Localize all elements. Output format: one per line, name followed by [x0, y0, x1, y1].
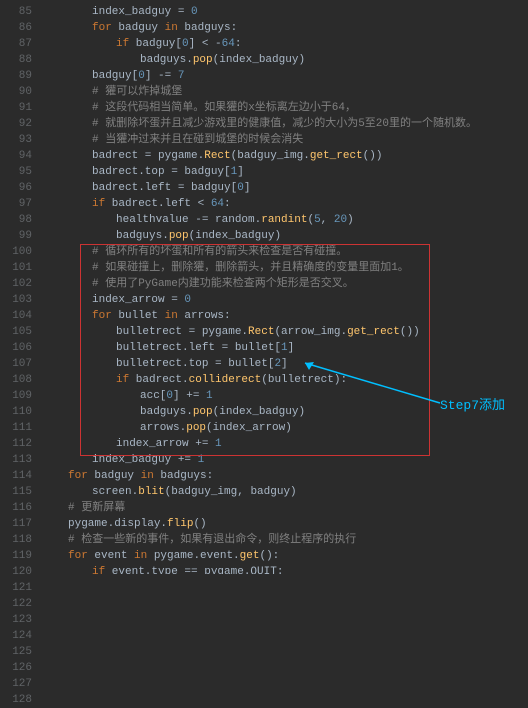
line-number: 88 — [0, 52, 32, 68]
code-line[interactable]: for bullet in arrows: — [44, 308, 528, 324]
code-line[interactable]: index_badguy = 0 — [44, 4, 528, 20]
line-number: 120 — [0, 564, 32, 580]
line-number: 112 — [0, 436, 32, 452]
line-number: 118 — [0, 532, 32, 548]
code-line[interactable]: bulletrect.top = bullet[2] — [44, 356, 528, 372]
code-line[interactable]: pygame.display.flip() — [44, 516, 528, 532]
line-number: 122 — [0, 596, 32, 612]
code-line[interactable]: badrect.top = badguy[1] — [44, 164, 528, 180]
code-line[interactable]: # 使用了PyGame内建功能来检查两个矩形是否交叉。 — [44, 276, 528, 292]
code-line[interactable]: # 就删除坏蛋并且减少游戏里的健康值，减少的大小为5至20里的一个随机数。 — [44, 116, 528, 132]
line-number: 125 — [0, 644, 32, 660]
code-line[interactable]: # 更新屏幕 — [44, 500, 528, 516]
code-editor[interactable]: 8586878889909192939495969798991001011021… — [0, 0, 528, 574]
line-number: 91 — [0, 100, 32, 116]
code-line[interactable]: index_arrow = 0 — [44, 292, 528, 308]
line-number: 123 — [0, 612, 32, 628]
code-line[interactable]: acc[0] += 1 — [44, 388, 528, 404]
code-line[interactable]: bulletrect = pygame.Rect(arrow_img.get_r… — [44, 324, 528, 340]
line-number: 124 — [0, 628, 32, 644]
line-number: 117 — [0, 516, 32, 532]
line-number: 90 — [0, 84, 32, 100]
line-number: 87 — [0, 36, 32, 52]
code-line[interactable]: # 这段代码相当简单。如果獾的x坐标离左边小于64， — [44, 100, 528, 116]
line-number: 94 — [0, 148, 32, 164]
line-number: 119 — [0, 548, 32, 564]
code-line[interactable]: healthvalue -= random.randint(5, 20) — [44, 212, 528, 228]
code-line[interactable]: index_arrow += 1 — [44, 436, 528, 452]
line-number: 105 — [0, 324, 32, 340]
line-number: 108 — [0, 372, 32, 388]
code-line[interactable]: if badrect.left < 64: — [44, 196, 528, 212]
line-number: 85 — [0, 4, 32, 20]
code-line[interactable]: index_badguy += 1 — [44, 452, 528, 468]
line-number: 114 — [0, 468, 32, 484]
line-number: 103 — [0, 292, 32, 308]
code-line[interactable]: if badguy[0] < -64: — [44, 36, 528, 52]
line-number: 97 — [0, 196, 32, 212]
line-number: 89 — [0, 68, 32, 84]
code-line[interactable]: for event in pygame.event.get(): — [44, 548, 528, 564]
line-number: 107 — [0, 356, 32, 372]
line-number: 101 — [0, 260, 32, 276]
code-line[interactable]: for badguy in badguys: — [44, 468, 528, 484]
line-number: 111 — [0, 420, 32, 436]
line-number: 98 — [0, 212, 32, 228]
line-number: 121 — [0, 580, 32, 596]
line-number: 127 — [0, 676, 32, 692]
code-line[interactable]: bulletrect.left = bullet[1] — [44, 340, 528, 356]
line-number: 104 — [0, 308, 32, 324]
line-number: 92 — [0, 116, 32, 132]
line-number: 128 — [0, 692, 32, 708]
line-number: 96 — [0, 180, 32, 196]
code-line[interactable]: badguys.pop(index_badguy) — [44, 228, 528, 244]
code-line[interactable]: badguys.pop(index_badguy) — [44, 52, 528, 68]
line-number: 113 — [0, 452, 32, 468]
code-line[interactable]: # 獾可以炸掉城堡 — [44, 84, 528, 100]
code-line[interactable]: screen.blit(badguy_img, badguy) — [44, 484, 528, 500]
code-content[interactable]: index_badguy = 0for badguy in badguys:if… — [40, 0, 528, 574]
line-number: 110 — [0, 404, 32, 420]
code-line[interactable]: # 循环所有的坏蛋和所有的箭头来检查是否有碰撞。 — [44, 244, 528, 260]
line-number: 109 — [0, 388, 32, 404]
line-number-gutter: 8586878889909192939495969798991001011021… — [0, 0, 40, 574]
line-number: 126 — [0, 660, 32, 676]
line-number: 93 — [0, 132, 32, 148]
code-line[interactable]: # 检查一些新的事件，如果有退出命令，则终止程序的执行 — [44, 532, 528, 548]
code-line[interactable]: badguy[0] -= 7 — [44, 68, 528, 84]
code-line[interactable]: if badrect.colliderect(bulletrect): — [44, 372, 528, 388]
code-line[interactable]: # 如果碰撞上，删除獾，删除箭头，并且精确度的变量里面加1。 — [44, 260, 528, 276]
code-line[interactable]: badrect.left = badguy[0] — [44, 180, 528, 196]
line-number: 86 — [0, 20, 32, 36]
line-number: 100 — [0, 244, 32, 260]
line-number: 116 — [0, 500, 32, 516]
line-number: 102 — [0, 276, 32, 292]
code-line[interactable]: # 当獾冲过来并且在碰到城堡的时候会消失 — [44, 132, 528, 148]
line-number: 115 — [0, 484, 32, 500]
line-number: 106 — [0, 340, 32, 356]
line-number: 95 — [0, 164, 32, 180]
line-number: 99 — [0, 228, 32, 244]
code-line[interactable]: for badguy in badguys: — [44, 20, 528, 36]
code-line[interactable]: badguys.pop(index_badguy) — [44, 404, 528, 420]
code-line[interactable]: badrect = pygame.Rect(badguy_img.get_rec… — [44, 148, 528, 164]
code-line[interactable]: arrows.pop(index_arrow) — [44, 420, 528, 436]
code-line[interactable]: if event.type == pygame.QUIT: — [44, 564, 528, 574]
